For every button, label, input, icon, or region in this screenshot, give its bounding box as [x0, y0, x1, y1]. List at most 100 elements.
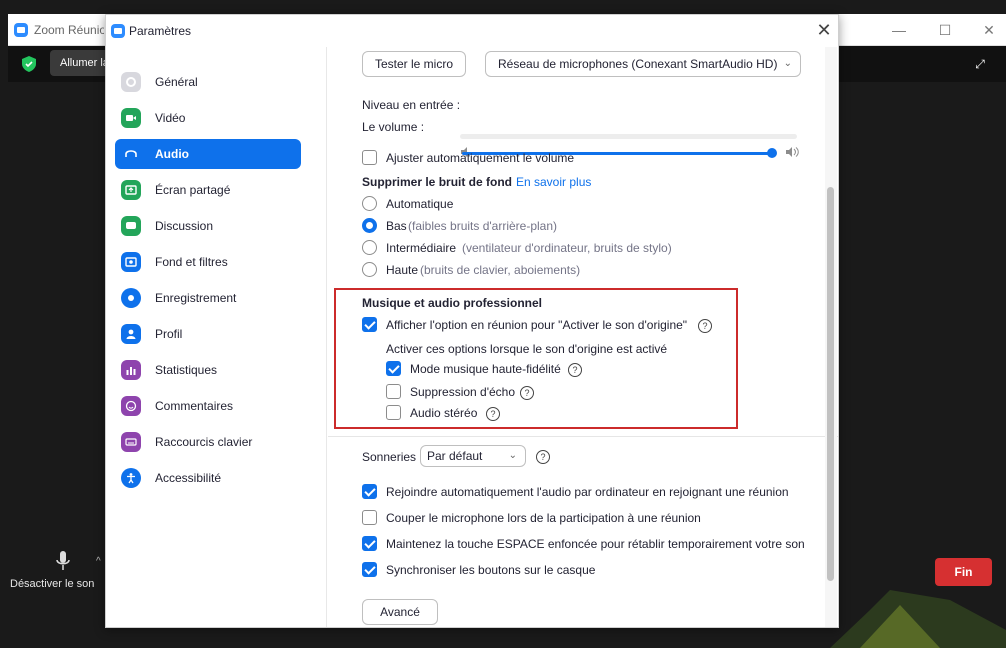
- sidebar-item-chat[interactable]: Discussion: [115, 211, 301, 241]
- close-icon[interactable]: ✕: [974, 20, 1004, 40]
- original-sound-checkbox[interactable]: [362, 317, 377, 332]
- stereo-audio-label: Audio stéréo: [410, 406, 478, 420]
- hifi-music-checkbox[interactable]: [386, 361, 401, 376]
- shield-icon[interactable]: [22, 56, 36, 72]
- scrollbar-thumb[interactable]: [827, 187, 834, 581]
- background-icon: [121, 252, 141, 272]
- sidebar-item-background[interactable]: Fond et filtres: [115, 247, 301, 277]
- sidebar-item-accessibility[interactable]: Accessibilité: [115, 463, 301, 493]
- sidebar-item-label: Général: [155, 75, 198, 89]
- advanced-button[interactable]: Avancé: [362, 599, 438, 625]
- noise-medium-radio[interactable]: [362, 240, 377, 255]
- sidebar-item-recording[interactable]: Enregistrement: [115, 283, 301, 313]
- section-divider: [328, 436, 838, 437]
- sidebar-item-label: Accessibilité: [155, 471, 222, 485]
- noise-low-label: Bas: [386, 219, 407, 233]
- audio-settings-panel: Tester le micro Réseau de microphones (C…: [328, 47, 838, 627]
- push-to-talk-checkbox[interactable]: [362, 536, 377, 551]
- keyboard-icon: [121, 432, 141, 452]
- sidebar-item-share-screen[interactable]: Écran partagé: [115, 175, 301, 205]
- sync-headset-label: Synchroniser les boutons sur le casque: [386, 563, 596, 577]
- microphone-select-value: Réseau de microphones (Conexant SmartAud…: [498, 57, 778, 71]
- ringtone-select[interactable]: Par défaut ⌄: [420, 445, 526, 467]
- end-meeting-button[interactable]: Fin: [935, 558, 992, 586]
- microphone-icon[interactable]: [55, 550, 71, 574]
- zoom-app-icon: [111, 24, 125, 38]
- music-audio-title: Musique et audio professionnel: [362, 296, 543, 310]
- chevron-up-icon[interactable]: ^: [96, 556, 101, 567]
- sidebar-item-label: Enregistrement: [155, 291, 237, 305]
- auto-join-audio-checkbox[interactable]: [362, 484, 377, 499]
- microphone-select[interactable]: Réseau de microphones (Conexant SmartAud…: [485, 51, 801, 77]
- noise-high-hint: (bruits de clavier, aboiements): [420, 263, 581, 277]
- settings-dialog: Paramètres ✕ Général Vidéo Audio Écran p…: [105, 14, 839, 628]
- noise-medium-hint: (ventilateur d'ordinateur, bruits de sty…: [462, 241, 672, 255]
- meeting-window-title: Zoom Réunion: [34, 23, 104, 37]
- minimize-icon[interactable]: —: [884, 20, 914, 40]
- sidebar-item-audio[interactable]: Audio: [115, 139, 301, 169]
- start-video-button[interactable]: Allumer la vidéo: [50, 50, 110, 76]
- auto-join-audio-label: Rejoindre automatiquement l'audio par or…: [386, 485, 789, 499]
- sidebar-item-label: Profil: [155, 327, 183, 341]
- sidebar-item-label: Discussion: [155, 219, 214, 233]
- input-level-meter: [460, 134, 797, 139]
- original-sound-label: Afficher l'option en réunion pour "Activ…: [386, 318, 688, 332]
- headphones-icon: [121, 144, 141, 164]
- sidebar-item-video[interactable]: Vidéo: [115, 103, 301, 133]
- settings-title: Paramètres: [129, 24, 192, 38]
- help-icon[interactable]: ?: [536, 450, 550, 464]
- chevron-down-icon: ⌄: [508, 450, 517, 461]
- push-to-talk-label: Maintenez la touche ESPACE enfoncée pour…: [386, 537, 805, 551]
- accessibility-icon: [121, 468, 141, 488]
- noise-auto-radio[interactable]: [362, 196, 377, 211]
- sidebar-item-profile[interactable]: Profil: [115, 319, 301, 349]
- noise-suppression-title: Supprimer le bruit de fond: [362, 175, 513, 189]
- echo-cancellation-checkbox[interactable]: [386, 384, 401, 399]
- sync-headset-checkbox[interactable]: [362, 562, 377, 577]
- test-mic-button[interactable]: Tester le micro: [362, 51, 466, 77]
- noise-high-radio[interactable]: [362, 262, 377, 277]
- help-icon[interactable]: ?: [568, 363, 582, 377]
- sidebar-item-label: Statistiques: [155, 363, 218, 377]
- noise-auto-label: Automatique: [386, 197, 454, 211]
- sidebar-item-label: Vidéo: [155, 111, 186, 125]
- chevron-down-icon: ⌄: [783, 58, 792, 69]
- auto-volume-checkbox[interactable]: [362, 150, 377, 165]
- help-icon[interactable]: ?: [520, 386, 534, 400]
- volume-high-icon: [786, 147, 799, 157]
- background-image: [830, 590, 1006, 648]
- sidebar-item-general[interactable]: Général: [115, 67, 301, 97]
- ringtone-select-value: Par défaut: [427, 449, 483, 463]
- close-icon[interactable]: ✕: [812, 19, 836, 41]
- noise-high-label: Haute: [386, 263, 419, 277]
- volume-label: Le volume :: [362, 120, 425, 134]
- hifi-music-label: Mode musique haute-fidélité: [410, 362, 561, 376]
- chat-icon: [121, 216, 141, 236]
- volume-slider-thumb[interactable]: [767, 148, 777, 158]
- record-icon: [121, 288, 141, 308]
- echo-cancellation-label: Suppression d'écho: [410, 385, 516, 399]
- sidebar-item-statistics[interactable]: Statistiques: [115, 355, 301, 385]
- share-screen-icon: [121, 180, 141, 200]
- input-level-label: Niveau en entrée :: [362, 98, 461, 112]
- sidebar-item-feedback[interactable]: Commentaires: [115, 391, 301, 421]
- sidebar-item-keyboard-shortcuts[interactable]: Raccourcis clavier: [115, 427, 301, 457]
- mute-on-join-checkbox[interactable]: [362, 510, 377, 525]
- zoom-app-icon: [14, 23, 28, 37]
- auto-volume-label: Ajuster automatiquement le volume: [386, 151, 575, 165]
- noise-low-radio[interactable]: [362, 218, 377, 233]
- help-icon[interactable]: ?: [698, 319, 712, 333]
- profile-icon: [121, 324, 141, 344]
- maximize-icon[interactable]: ☐: [930, 20, 960, 40]
- sidebar-item-label: Raccourcis clavier: [155, 435, 253, 449]
- learn-more-link[interactable]: En savoir plus: [516, 175, 591, 189]
- expand-icon[interactable]: ⤢: [972, 56, 988, 72]
- sidebar-item-label: Audio: [155, 147, 189, 161]
- settings-titlebar: Paramètres ✕: [106, 15, 838, 47]
- feedback-icon: [121, 396, 141, 416]
- help-icon[interactable]: ?: [486, 407, 500, 421]
- stats-icon: [121, 360, 141, 380]
- gear-icon: [121, 72, 141, 92]
- noise-low-hint: (faibles bruits d'arrière-plan): [408, 219, 558, 233]
- stereo-audio-checkbox[interactable]: [386, 405, 401, 420]
